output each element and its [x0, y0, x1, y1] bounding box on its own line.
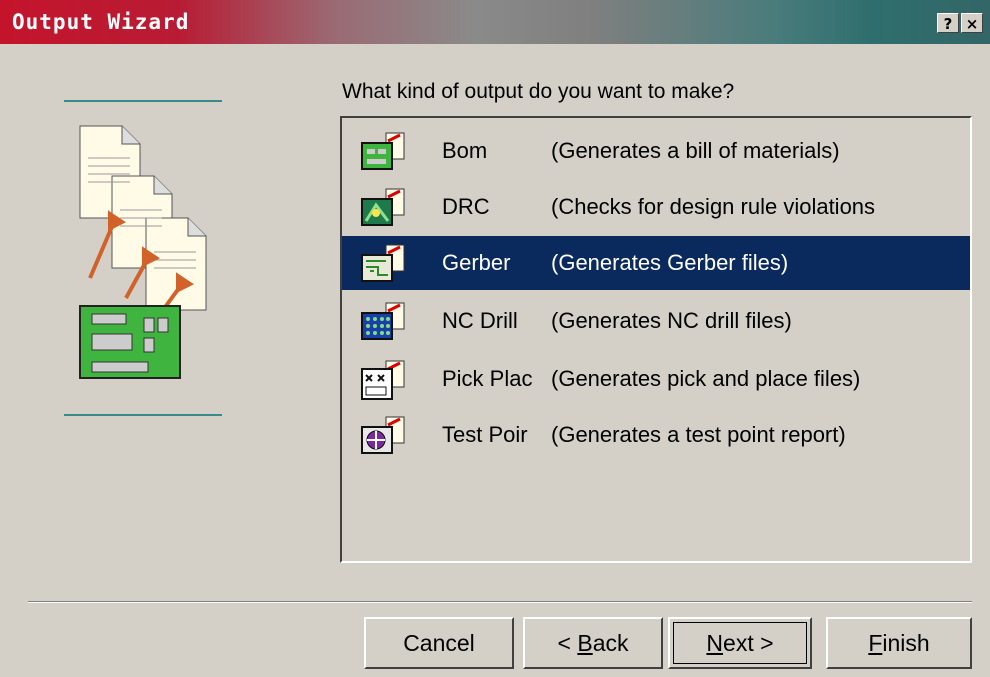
finish-label-rest: inish: [882, 630, 930, 656]
list-item-bom[interactable]: Bom (Generates a bill of materials): [342, 124, 970, 178]
help-button[interactable]: ?: [937, 13, 959, 33]
output-description: (Generates a test point report): [551, 422, 846, 447]
list-item-test-point[interactable]: Test Poir (Generates a test point report…: [342, 408, 970, 462]
output-description: (Generates NC drill files): [551, 308, 792, 333]
output-description: (Generates a bill of materials): [551, 138, 840, 163]
next-mnemonic: N: [706, 630, 724, 656]
output-type-list[interactable]: Bom (Generates a bill of materials) DRC …: [340, 116, 972, 563]
next-button[interactable]: Next >: [668, 617, 812, 669]
list-item-nc-drill[interactable]: NC Drill (Generates NC drill files): [342, 294, 970, 348]
output-description: (Generates Gerber files): [551, 250, 789, 275]
help-icon: ?: [943, 15, 953, 33]
output-description: (Generates pick and place files): [551, 366, 861, 391]
window-title: Output Wizard: [12, 10, 190, 34]
list-item-gerber[interactable]: Gerber (Generates Gerber files): [342, 236, 970, 290]
list-item-pick-place[interactable]: Pick Plac (Generates pick and place file…: [342, 352, 970, 406]
nc-drill-icon: [361, 302, 405, 340]
prompt-label: What kind of output do you want to make?: [342, 80, 735, 103]
wizard-illustration-icon: [79, 125, 207, 379]
output-name: Gerber: [442, 250, 511, 275]
gerber-icon: [361, 244, 405, 282]
output-description: (Checks for design rule violations: [551, 194, 876, 219]
drc-icon: [361, 188, 405, 226]
output-name: Pick Plac: [442, 366, 533, 391]
back-label-rest: ack: [592, 630, 629, 656]
back-mnemonic: B: [577, 630, 593, 656]
cancel-label: Cancel: [403, 630, 475, 656]
output-name: Bom: [442, 138, 488, 163]
test-point-icon: [361, 416, 405, 454]
output-name: Test Poir: [442, 422, 528, 447]
finish-mnemonic: F: [868, 630, 883, 656]
list-item-drc[interactable]: DRC (Checks for design rule violations: [342, 180, 970, 234]
cancel-button[interactable]: Cancel: [364, 617, 514, 669]
finish-button[interactable]: Finish: [826, 617, 972, 669]
title-bar[interactable]: Output Wizard ? ×: [0, 0, 990, 44]
output-name: DRC: [442, 194, 490, 219]
close-button[interactable]: ×: [961, 13, 983, 33]
output-name: NC Drill: [442, 308, 518, 333]
next-label-rest: ext >: [723, 630, 774, 656]
back-label-prefix: <: [557, 630, 578, 656]
pick-place-icon: [361, 360, 405, 400]
back-button[interactable]: < Back: [523, 617, 663, 669]
button-separator: [28, 601, 972, 603]
close-icon: ×: [965, 15, 979, 33]
bom-icon: [361, 132, 405, 170]
